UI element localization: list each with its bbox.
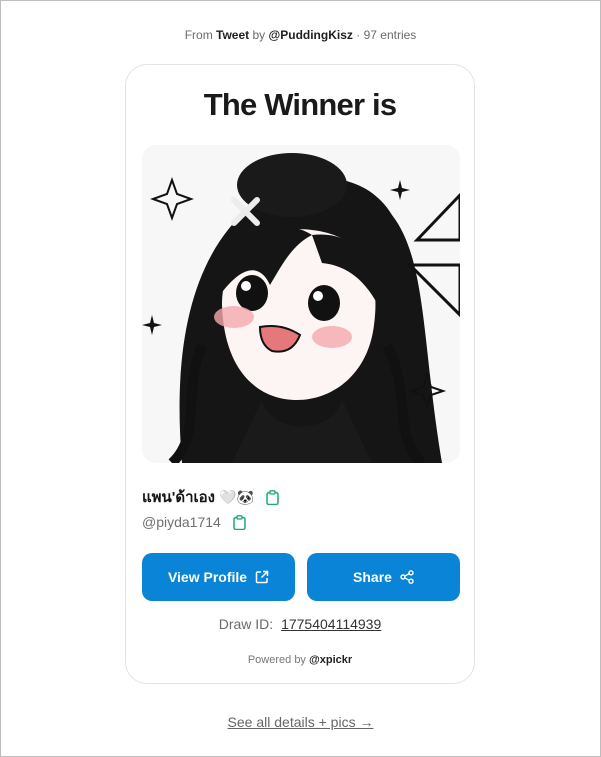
powered-brand[interactable]: @xpickr: [309, 654, 352, 666]
source-separator: ·: [356, 28, 361, 42]
clipboard-icon[interactable]: [266, 489, 279, 505]
view-profile-label: View Profile: [167, 569, 248, 585]
winner-card: The Winner is แพน'ด้าเอง 🤍🐼 @piyda1714 V…: [125, 64, 475, 684]
anime-girl-illustration: [142, 145, 460, 463]
share-button[interactable]: Share: [307, 553, 460, 601]
see-all-details-link[interactable]: See all details + pics →: [228, 714, 374, 730]
powered-prefix: Powered by: [247, 654, 306, 666]
winner-avatar-image: [142, 145, 460, 463]
page-frame: From Tweet by @PuddingKisz · 97 entries …: [0, 0, 601, 757]
author-handle[interactable]: @PuddingKisz: [269, 28, 353, 42]
source-by: by: [252, 28, 266, 42]
draw-id-label: Draw ID:: [218, 616, 274, 632]
winner-handle-row: @piyda1714: [142, 514, 246, 530]
winner-handle: @piyda1714: [142, 514, 221, 530]
draw-id-line: Draw ID: 1775404114939: [126, 616, 474, 632]
source-line: From Tweet by @PuddingKisz · 97 entries: [1, 28, 600, 42]
clipboard-icon[interactable]: [233, 514, 246, 530]
powered-by-line: Powered by @xpickr: [126, 654, 474, 666]
entries-count: 97 entries: [363, 28, 417, 42]
draw-id-link[interactable]: 1775404114939: [281, 616, 381, 632]
share-icon: [400, 570, 414, 584]
winner-name-row: แพน'ด้าเอง 🤍🐼: [142, 485, 279, 509]
winner-title: The Winner is: [203, 87, 397, 122]
source-prefix: From: [184, 28, 213, 42]
details-line: See all details + pics →: [1, 714, 600, 730]
external-link-icon: [255, 570, 269, 584]
winner-display-name: แพน'ด้าเอง: [142, 489, 216, 506]
winner-name-emoji: 🤍🐼: [219, 488, 254, 505]
tweet-link[interactable]: Tweet: [216, 28, 249, 42]
share-label: Share: [353, 569, 392, 585]
view-profile-button[interactable]: View Profile: [142, 553, 295, 601]
